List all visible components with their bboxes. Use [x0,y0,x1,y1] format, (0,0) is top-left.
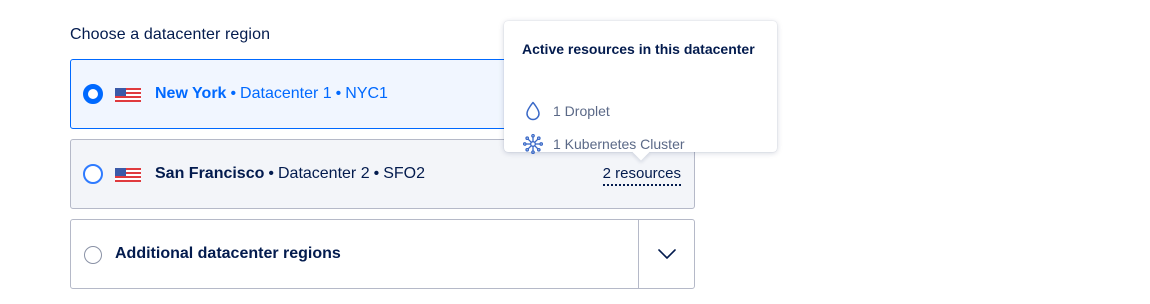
separator: • [373,165,380,182]
us-flag-icon [115,88,141,102]
radio-button-unselected[interactable] [84,246,102,264]
datacenter-region-picker: Choose a datacenter region New York • Data… [0,0,1150,304]
chevron-down-icon [658,249,676,259]
tooltip-item-label: 1 Droplet [553,103,610,119]
expand-button[interactable] [639,220,695,288]
tooltip-item-droplet: 1 Droplet [522,100,610,122]
separator: • [268,165,274,182]
additional-regions-dropdown[interactable]: Additional datacenter regions [70,219,695,289]
additional-regions-label: Additional datacenter regions [115,245,341,262]
region-code: NYC1 [345,85,388,102]
radio-button-selected[interactable] [83,84,103,104]
region-city: San Francisco [155,165,265,182]
region-datacenter: Datacenter 1 [240,85,332,102]
section-heading: Choose a datacenter region [70,26,271,43]
us-flag-icon [115,168,141,182]
radio-button-unselected[interactable] [83,164,103,184]
kubernetes-icon [522,133,544,155]
tooltip-item-label: 1 Kubernetes Cluster [553,136,685,152]
region-city: New York [155,85,227,102]
region-label: New York • Datacenter 1 • NYC1 [155,84,388,104]
tooltip-item-kubernetes: 1 Kubernetes Cluster [522,133,685,155]
region-label: San Francisco • Datacenter 2 • SFO2 [155,164,425,184]
tooltip-title: Active resources in this datacenter [522,41,755,57]
resources-link[interactable]: 2 resources [602,164,681,186]
droplet-icon [522,100,544,122]
separator: • [230,85,237,102]
region-datacenter: Datacenter 2 [277,165,370,182]
region-code: SFO2 [383,165,425,182]
resources-tooltip: Active resources in this datacenter 1 Dr… [504,21,777,161]
separator: • [335,85,342,102]
